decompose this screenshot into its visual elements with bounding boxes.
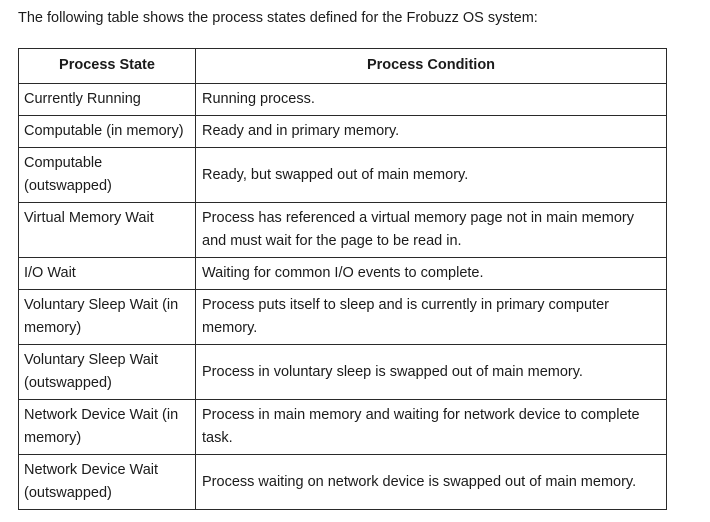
cell-process-condition: Process puts itself to sleep and is curr…: [195, 289, 667, 345]
process-states-table: Process State Process Condition Currentl…: [18, 48, 667, 510]
column-header-process-condition: Process Condition: [195, 48, 667, 84]
cell-process-condition: Waiting for common I/O events to complet…: [195, 257, 667, 290]
cell-process-condition: Running process.: [195, 83, 667, 116]
table-row: Computable (outswapped) Ready, but swapp…: [18, 147, 667, 203]
cell-process-condition: Ready, but swapped out of main memory.: [195, 147, 667, 203]
cell-process-state: I/O Wait: [18, 257, 196, 290]
cell-process-condition: Process in main memory and waiting for n…: [195, 399, 667, 455]
cell-process-condition: Ready and in primary memory.: [195, 115, 667, 148]
table-row: Voluntary Sleep Wait (outswapped) Proces…: [18, 344, 667, 400]
cell-process-state: Network Device Wait (in memory): [18, 399, 196, 455]
cell-process-state: Network Device Wait (outswapped): [18, 454, 196, 510]
cell-process-state: Virtual Memory Wait: [18, 202, 196, 258]
cell-process-condition: Process waiting on network device is swa…: [195, 454, 667, 510]
cell-process-state: Voluntary Sleep Wait (outswapped): [18, 344, 196, 400]
cell-process-state: Voluntary Sleep Wait (in memory): [18, 289, 196, 345]
process-states-table-container: Process State Process Condition Currentl…: [18, 48, 667, 510]
cell-process-state: Computable (in memory): [18, 115, 196, 148]
column-header-process-state: Process State: [18, 48, 196, 84]
table-body: Currently Running Running process. Compu…: [18, 83, 667, 510]
table-row: I/O Wait Waiting for common I/O events t…: [18, 257, 667, 290]
cell-process-condition: Process in voluntary sleep is swapped ou…: [195, 344, 667, 400]
cell-process-condition: Process has referenced a virtual memory …: [195, 202, 667, 258]
table-row: Currently Running Running process.: [18, 83, 667, 116]
table-row: Virtual Memory Wait Process has referenc…: [18, 202, 667, 258]
intro-paragraph: The following table shows the process st…: [18, 10, 538, 26]
table-header-row: Process State Process Condition: [18, 48, 667, 84]
table-row: Voluntary Sleep Wait (in memory) Process…: [18, 289, 667, 345]
table-header: Process State Process Condition: [18, 48, 667, 84]
table-row: Computable (in memory) Ready and in prim…: [18, 115, 667, 148]
cell-process-state: Computable (outswapped): [18, 147, 196, 203]
cell-process-state: Currently Running: [18, 83, 196, 116]
table-row: Network Device Wait (in memory) Process …: [18, 399, 667, 455]
table-row: Network Device Wait (outswapped) Process…: [18, 454, 667, 510]
